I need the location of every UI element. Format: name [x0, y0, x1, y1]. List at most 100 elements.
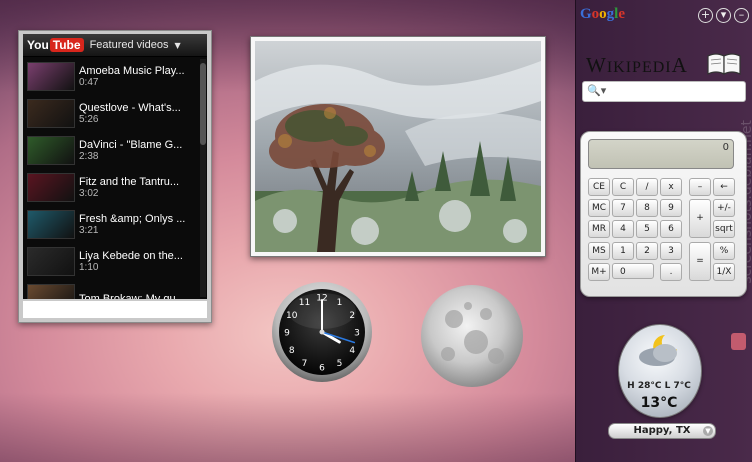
wikipedia-search-box[interactable]: 🔍▾: [582, 81, 746, 102]
clock-numeral: 6: [319, 364, 325, 374]
slideshow-gadget[interactable]: [250, 36, 546, 257]
youtube-video-item[interactable]: Questlove - What's... 5:26: [23, 95, 199, 132]
calc-key-plus[interactable]: +: [689, 199, 711, 238]
calc-key-0[interactable]: 0: [612, 263, 654, 279]
calculator-display: 0: [588, 139, 734, 169]
video-thumbnail[interactable]: [27, 284, 75, 299]
video-thumbnail[interactable]: [27, 136, 75, 165]
youtube-footer-bar: [23, 301, 207, 318]
video-duration: 3:02: [79, 188, 99, 199]
calc-key-8[interactable]: 8: [636, 199, 658, 217]
video-title[interactable]: Fitz and the Tantru...: [79, 176, 199, 188]
wikipedia-title-middle: IKIPEDI: [606, 59, 672, 76]
calc-key-negate[interactable]: +/-: [713, 199, 735, 217]
calc-key-4[interactable]: 4: [612, 220, 634, 238]
calc-key-9[interactable]: 9: [660, 199, 682, 217]
chevron-down-icon[interactable]: ▼: [703, 426, 713, 436]
youtube-logo-tube: Tube: [49, 38, 84, 52]
video-title[interactable]: Tom Brokaw: My gu...: [79, 293, 199, 300]
youtube-gadget: You Tube Featured videos ▼ Amoeba Music …: [18, 30, 212, 323]
youtube-video-item[interactable]: DaVinci - "Blame G... 2:38: [23, 132, 199, 169]
clock-numeral: 4: [349, 346, 355, 356]
close-icon[interactable]: [731, 333, 746, 350]
calc-key-ms[interactable]: MS: [588, 242, 610, 260]
calc-key-mr[interactable]: MR: [588, 220, 610, 238]
calc-key-backspace[interactable]: ←: [713, 178, 735, 196]
video-text: Tom Brokaw: My gu...: [79, 293, 199, 300]
youtube-header: You Tube Featured videos ▼: [23, 34, 207, 57]
calc-key-ce[interactable]: CE: [588, 178, 610, 196]
youtube-video-item[interactable]: Amoeba Music Play... 0:47: [23, 58, 199, 95]
clock-numeral: 9: [284, 329, 290, 339]
video-text: Liya Kebede on the... 1:10: [79, 250, 199, 273]
calc-key-6[interactable]: 6: [660, 220, 682, 238]
youtube-video-list: Amoeba Music Play... 0:47 Questlove - What…: [23, 58, 199, 299]
video-title[interactable]: Amoeba Music Play...: [79, 65, 199, 77]
youtube-video-item[interactable]: Fitz and the Tantru... 3:02: [23, 169, 199, 206]
youtube-feed-selector[interactable]: Featured videos: [90, 39, 169, 51]
clock-numeral: 3: [354, 329, 360, 339]
wikipedia-title-first: W: [586, 53, 607, 77]
wikipedia-title: WIKIPEDIA: [586, 53, 688, 78]
youtube-logo-you: You: [27, 38, 49, 52]
youtube-video-item[interactable]: Tom Brokaw: My gu...: [23, 280, 199, 299]
minimize-sidebar-button[interactable]: –: [734, 8, 749, 23]
video-thumbnail[interactable]: [27, 247, 75, 276]
calc-key-5[interactable]: 5: [636, 220, 658, 238]
calc-key-equals[interactable]: =: [689, 242, 711, 281]
calc-key-1[interactable]: 1: [612, 242, 634, 260]
google-logo-letter: e: [618, 6, 626, 22]
video-duration: 5:26: [79, 114, 99, 125]
weather-gadget: H 28°C L 7°C 13°C Happy, TX ▼: [604, 322, 716, 440]
clock-gadget: 12 1234567891011: [272, 282, 372, 382]
wikipedia-search-input[interactable]: [605, 83, 743, 100]
video-title[interactable]: Fresh &amp; Onlys ...: [79, 213, 199, 225]
calc-key-2[interactable]: 2: [636, 242, 658, 260]
calc-key-mplus[interactable]: M+: [588, 263, 610, 281]
calc-key-reciprocal[interactable]: 1/X: [713, 263, 735, 281]
calc-key-7[interactable]: 7: [612, 199, 634, 217]
google-logo-letter: o: [599, 6, 607, 22]
video-duration: 1:10: [79, 262, 99, 273]
video-thumbnail[interactable]: [27, 210, 75, 239]
scrollbar-thumb[interactable]: [200, 63, 206, 145]
add-gadget-button[interactable]: +: [698, 8, 713, 23]
chevron-down-icon[interactable]: ▼: [174, 41, 180, 50]
calc-key-decimal[interactable]: .: [660, 263, 682, 281]
video-title[interactable]: DaVinci - "Blame G...: [79, 139, 199, 151]
calc-key-divide[interactable]: /: [636, 178, 658, 196]
moon-cloud-icon: [639, 335, 677, 366]
calc-key-percent[interactable]: %: [713, 242, 735, 260]
youtube-logo: You Tube: [27, 38, 84, 52]
youtube-scrollbar[interactable]: [200, 59, 206, 297]
clock-center: [319, 329, 325, 335]
video-text: Fitz and the Tantru... 3:02: [79, 176, 199, 199]
video-text: Questlove - What's... 5:26: [79, 102, 199, 125]
calc-key-3[interactable]: 3: [660, 242, 682, 260]
calc-key-sqrt[interactable]: sqrt: [713, 220, 735, 238]
clock-numeral: 7: [302, 359, 308, 369]
calc-key-multiply[interactable]: x: [660, 178, 682, 196]
video-thumbnail[interactable]: [27, 173, 75, 202]
clock-numeral: 8: [289, 346, 295, 356]
video-thumbnail[interactable]: [27, 99, 75, 128]
video-thumbnail[interactable]: [27, 62, 75, 91]
google-logo[interactable]: Google: [580, 6, 625, 23]
search-icon[interactable]: 🔍▾: [587, 84, 606, 97]
video-title[interactable]: Questlove - What's...: [79, 102, 199, 114]
youtube-video-item[interactable]: Liya Kebede on the... 1:10: [23, 243, 199, 280]
calc-key-mc[interactable]: MC: [588, 199, 610, 217]
sidebar-menu-button[interactable]: ▾: [716, 8, 731, 23]
calc-key-minus[interactable]: –: [689, 178, 711, 196]
calculator-gadget: 0 CE C / x – ← MC 7 8 9 + +/- MR 4 5 6 sqrt MS 1 2 3 =% M+ 0. 1/…: [580, 131, 747, 297]
weather-location-select[interactable]: Happy, TX ▼: [608, 423, 716, 439]
weather-city: Happy, TX: [633, 425, 691, 436]
slideshow-photo: [255, 41, 541, 252]
calc-key-c[interactable]: C: [612, 178, 634, 196]
video-text: Fresh &amp; Onlys ... 3:21: [79, 213, 199, 236]
video-duration: 2:38: [79, 151, 99, 162]
video-title[interactable]: Liya Kebede on the...: [79, 250, 199, 262]
video-text: DaVinci - "Blame G... 2:38: [79, 139, 199, 162]
youtube-video-item[interactable]: Fresh &amp; Onlys ... 3:21: [23, 206, 199, 243]
video-text: Amoeba Music Play... 0:47: [79, 65, 199, 88]
